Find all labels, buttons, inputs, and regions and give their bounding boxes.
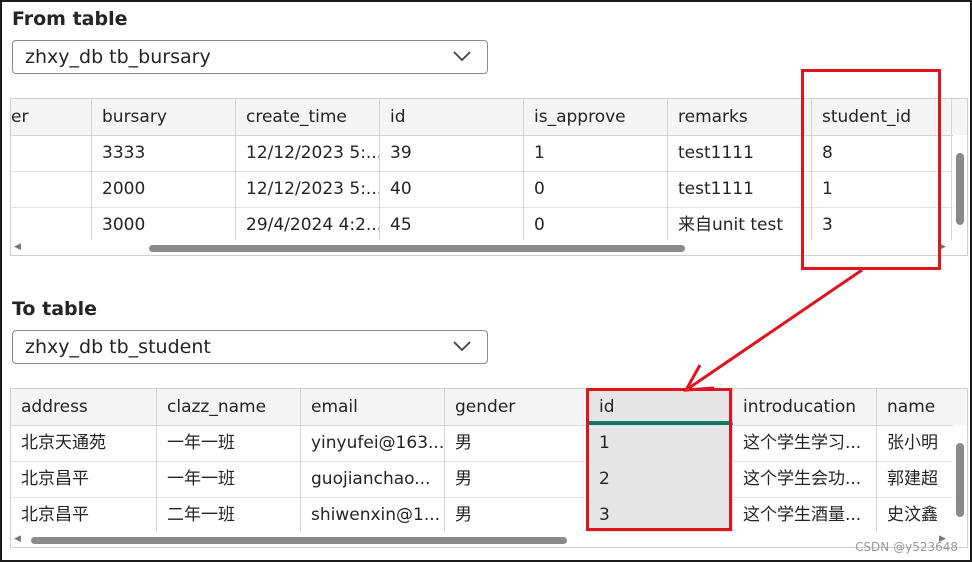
mapping-arrow-icon xyxy=(683,268,863,392)
watermark: CSDN @y523648 xyxy=(855,540,958,554)
